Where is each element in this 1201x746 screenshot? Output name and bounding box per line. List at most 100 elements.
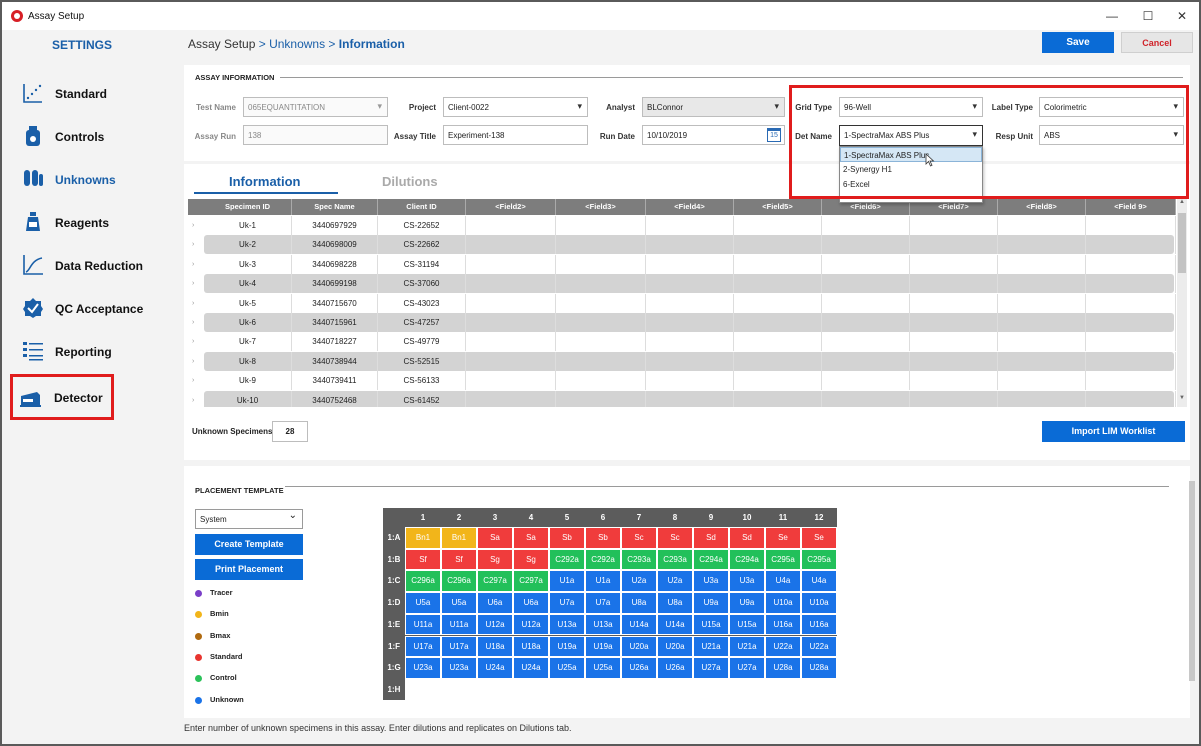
- table-cell[interactable]: [734, 293, 822, 313]
- table-cell[interactable]: [1086, 371, 1176, 391]
- table-cell[interactable]: 3440699198: [292, 274, 378, 294]
- plate-well[interactable]: Sa: [477, 527, 513, 549]
- table-cell[interactable]: [734, 390, 822, 407]
- plate-well[interactable]: Sc: [657, 527, 693, 549]
- sidebar-item-qc-acceptance[interactable]: QC Acceptance: [12, 289, 162, 327]
- table-cell[interactable]: [1086, 293, 1176, 313]
- column-header[interactable]: <Field4>: [646, 199, 734, 215]
- table-cell[interactable]: 3440738944: [292, 351, 378, 371]
- table-cell[interactable]: [734, 254, 822, 274]
- table-cell[interactable]: [910, 371, 998, 391]
- plate-well[interactable]: U1a: [549, 570, 585, 593]
- plate-well[interactable]: U14a: [657, 613, 693, 636]
- table-cell[interactable]: [910, 332, 998, 352]
- plate-well[interactable]: U18a: [477, 635, 513, 658]
- table-cell[interactable]: [822, 254, 910, 274]
- plate-well[interactable]: [513, 678, 549, 701]
- table-cell[interactable]: Uk-5: [204, 293, 292, 313]
- table-cell[interactable]: [466, 216, 556, 235]
- plate-well[interactable]: U23a: [405, 657, 441, 679]
- table-cell[interactable]: [910, 293, 998, 313]
- column-header[interactable]: <Field 9>: [1086, 199, 1176, 215]
- plate-well[interactable]: U24a: [513, 657, 549, 679]
- plate-well[interactable]: U7a: [585, 592, 621, 614]
- table-cell[interactable]: [646, 332, 734, 352]
- plate-well[interactable]: C295a: [801, 548, 837, 571]
- plate-well[interactable]: U9a: [693, 592, 729, 614]
- plate-well[interactable]: [621, 678, 657, 701]
- table-cell[interactable]: [556, 313, 646, 332]
- table-cell[interactable]: CS-52515: [378, 351, 466, 371]
- table-row[interactable]: › Uk-7 3440718227 CS-49779: [188, 332, 1176, 352]
- table-cell[interactable]: CS-61452: [378, 390, 466, 407]
- table-cell[interactable]: [1086, 390, 1176, 407]
- table-cell[interactable]: [998, 313, 1086, 332]
- table-cell[interactable]: [910, 216, 998, 235]
- table-row[interactable]: › Uk-2 3440698009 CS-22662: [188, 235, 1176, 255]
- table-cell[interactable]: [646, 274, 734, 294]
- template-select[interactable]: System: [195, 509, 303, 529]
- table-cell[interactable]: 3440718227: [292, 332, 378, 352]
- sidebar-item-detector[interactable]: Detector: [10, 374, 114, 420]
- plate-well[interactable]: U26a: [657, 657, 693, 679]
- scroll-up-arrow[interactable]: ▲: [1177, 199, 1187, 205]
- table-cell[interactable]: [822, 235, 910, 255]
- table-cell[interactable]: [556, 293, 646, 313]
- plate-well[interactable]: Se: [765, 527, 801, 549]
- plate-well[interactable]: U3a: [729, 570, 765, 593]
- plate-well[interactable]: U20a: [621, 635, 657, 658]
- table-cell[interactable]: [646, 313, 734, 332]
- plate-well[interactable]: Sf: [405, 548, 441, 571]
- plate-well[interactable]: Sa: [513, 527, 549, 549]
- plate-well[interactable]: Sd: [693, 527, 729, 549]
- plate-well[interactable]: U27a: [693, 657, 729, 679]
- plate-well[interactable]: U3a: [693, 570, 729, 593]
- plate-well[interactable]: Sc: [621, 527, 657, 549]
- table-cell[interactable]: [822, 332, 910, 352]
- table-cell[interactable]: [1086, 216, 1176, 235]
- table-row[interactable]: › Uk-5 3440715670 CS-43023: [188, 293, 1176, 313]
- plate-well[interactable]: [549, 678, 585, 701]
- row-expand-icon[interactable]: ›: [192, 294, 194, 313]
- table-cell[interactable]: [556, 235, 646, 255]
- plate-well[interactable]: Sb: [549, 527, 585, 549]
- plate-well[interactable]: U10a: [765, 592, 801, 614]
- table-cell[interactable]: [822, 313, 910, 332]
- sidebar-item-data-reduction[interactable]: Data Reduction: [12, 246, 162, 284]
- unknown-specimens-input[interactable]: 28: [272, 421, 308, 442]
- plate-well[interactable]: U1a: [585, 570, 621, 593]
- table-cell[interactable]: [734, 235, 822, 255]
- breadcrumb-unknowns[interactable]: Unknowns: [269, 37, 325, 51]
- sidebar-item-unknowns[interactable]: Unknowns: [12, 160, 162, 198]
- table-row[interactable]: › Uk-1 3440697929 CS-22652: [188, 216, 1176, 235]
- table-scrollbar[interactable]: ▲ ▼: [1177, 199, 1187, 407]
- table-cell[interactable]: [556, 351, 646, 371]
- table-cell[interactable]: [466, 293, 556, 313]
- tab-information[interactable]: Information: [229, 174, 301, 189]
- table-cell[interactable]: [466, 390, 556, 407]
- table-cell[interactable]: [822, 390, 910, 407]
- plate-well[interactable]: U16a: [765, 613, 801, 636]
- plate-well[interactable]: U19a: [585, 635, 621, 658]
- table-cell[interactable]: [910, 254, 998, 274]
- save-button[interactable]: Save: [1042, 32, 1114, 53]
- plate-well[interactable]: C294a: [729, 548, 765, 571]
- table-cell[interactable]: Uk-9: [204, 371, 292, 391]
- sidebar-item-reporting[interactable]: Reporting: [12, 332, 162, 370]
- table-cell[interactable]: [998, 274, 1086, 294]
- table-cell[interactable]: [1086, 332, 1176, 352]
- sidebar-item-reagents[interactable]: Reagents: [12, 203, 162, 241]
- plate-well[interactable]: [405, 678, 441, 701]
- scrollbar-thumb[interactable]: [1178, 213, 1186, 273]
- plate-well[interactable]: U19a: [549, 635, 585, 658]
- table-cell[interactable]: Uk-8: [204, 351, 292, 371]
- plate-well[interactable]: U15a: [729, 613, 765, 636]
- plate-well[interactable]: U4a: [801, 570, 837, 593]
- plate-well[interactable]: C293a: [657, 548, 693, 571]
- table-cell[interactable]: CS-43023: [378, 293, 466, 313]
- table-cell[interactable]: [822, 371, 910, 391]
- table-cell[interactable]: [998, 390, 1086, 407]
- print-placement-button[interactable]: Print Placement: [195, 559, 303, 580]
- table-cell[interactable]: [556, 274, 646, 294]
- plate-well[interactable]: U5a: [441, 592, 477, 614]
